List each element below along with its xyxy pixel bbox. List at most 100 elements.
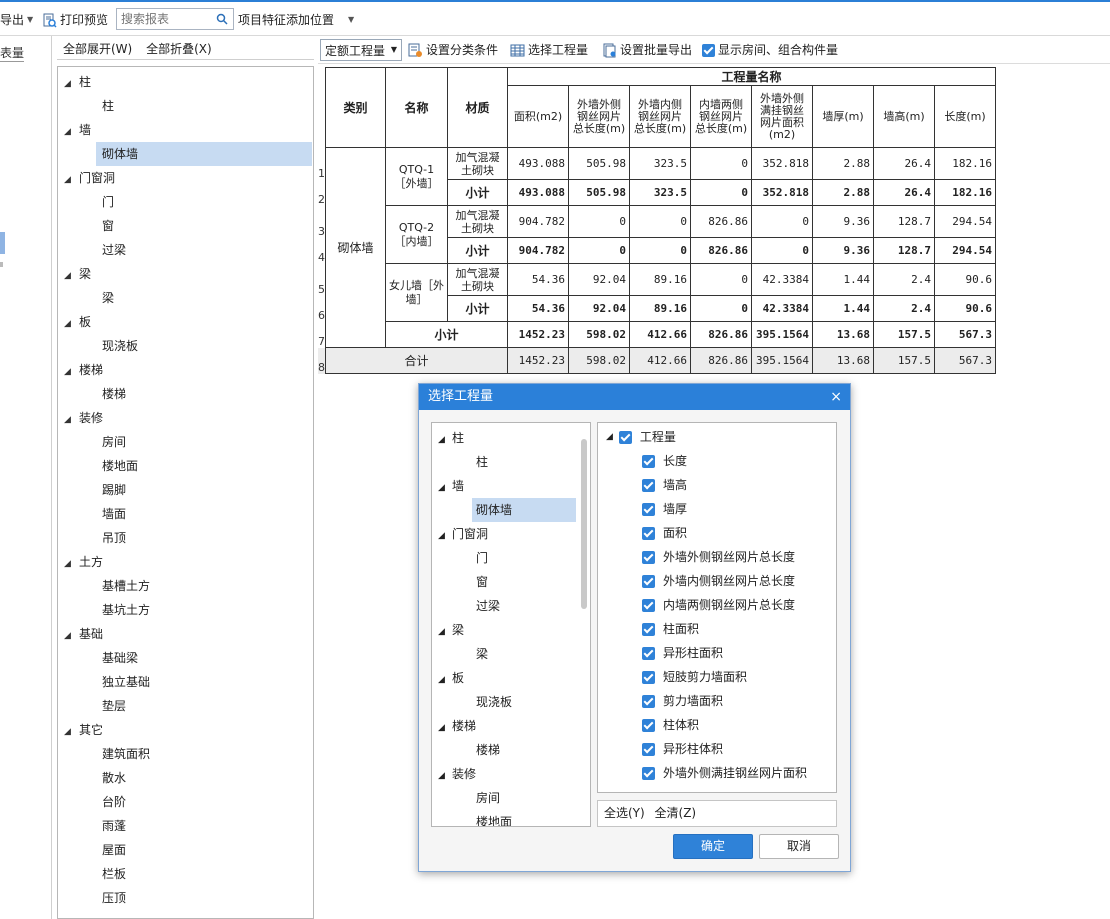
checkbox-checked-icon[interactable] <box>618 430 632 444</box>
table-cell[interactable]: 128.7 <box>873 237 935 264</box>
table-cell[interactable]: 0 <box>690 147 752 180</box>
export-button[interactable]: 导出 ▼ <box>0 10 33 30</box>
checkbox-checked-icon[interactable] <box>642 670 655 684</box>
tree-group[interactable]: ◢ 墙 <box>64 118 91 142</box>
table-cell[interactable]: 182.16 <box>934 179 996 206</box>
quantity-checkbox-item[interactable]: 内墙两侧钢丝网片总长度 <box>642 593 795 617</box>
table-cell[interactable]: 2.88 <box>812 179 874 206</box>
table-cell[interactable]: 89.16 <box>629 295 691 322</box>
table-cell[interactable]: 54.36 <box>507 263 569 296</box>
dialog-tree-item[interactable]: 门 <box>472 546 576 570</box>
material-cell[interactable]: 加气混凝土砌块 <box>447 263 508 296</box>
tree-item[interactable]: 楼梯 <box>96 382 312 406</box>
print-preview-button[interactable]: 打印预览 <box>42 10 108 30</box>
checkbox-checked-icon[interactable] <box>642 526 655 540</box>
table-cell[interactable]: 157.5 <box>873 347 935 374</box>
table-cell[interactable]: 2.4 <box>873 295 935 322</box>
table-cell[interactable]: 9.36 <box>812 237 874 264</box>
select-quantity-button[interactable]: 选择工程量 <box>510 40 588 60</box>
tree-item[interactable]: 门 <box>96 190 312 214</box>
checkbox-checked-icon[interactable] <box>642 694 655 708</box>
tree-group[interactable]: ◢ 土方 <box>64 550 103 574</box>
table-cell[interactable]: 128.7 <box>873 205 935 238</box>
collapse-arrow-icon[interactable]: ◢ <box>438 428 446 452</box>
dialog-tree-group[interactable]: ◢ 装修 <box>438 762 476 786</box>
collapse-arrow-icon[interactable]: ◢ <box>64 264 72 288</box>
collapse-arrow-icon[interactable]: ◢ <box>438 716 446 740</box>
checkbox-checked-icon[interactable] <box>642 622 655 636</box>
table-cell[interactable]: 54.36 <box>507 295 569 322</box>
table-cell[interactable]: 13.68 <box>812 347 874 374</box>
tree-item[interactable]: 屋面 <box>96 838 312 862</box>
collapse-arrow-icon[interactable]: ◢ <box>64 72 72 96</box>
table-cell[interactable]: 0 <box>568 205 630 238</box>
tree-group[interactable]: ◢ 其它 <box>64 718 103 742</box>
show-rooms-checkbox[interactable]: 显示房间、组合构件量 <box>702 40 838 60</box>
table-cell[interactable]: 1.44 <box>812 295 874 322</box>
checkbox-checked-icon[interactable] <box>642 478 655 492</box>
quantity-checkbox-item[interactable]: 柱面积 <box>642 617 699 641</box>
table-cell[interactable]: 42.3384 <box>751 263 813 296</box>
collapse-arrow-icon[interactable]: ◢ <box>64 312 72 336</box>
ok-button[interactable]: 确定 <box>673 834 753 859</box>
quantity-checkbox-item[interactable]: 面积 <box>642 521 687 545</box>
tree-item[interactable]: 垫层 <box>96 694 312 718</box>
tree-item[interactable]: 踢脚 <box>96 478 312 502</box>
close-icon[interactable]: × <box>830 384 842 410</box>
dialog-tree-item[interactable]: 窗 <box>472 570 576 594</box>
quantity-checkbox-item[interactable]: 墙厚 <box>642 497 687 521</box>
tree-item[interactable]: 基坑土方 <box>96 598 312 622</box>
material-cell[interactable]: 加气混凝土砌块 <box>447 205 508 238</box>
tree-group[interactable]: ◢ 基础 <box>64 622 103 646</box>
collapse-arrow-icon[interactable]: ◢ <box>64 720 72 744</box>
table-cell[interactable]: 1.44 <box>812 263 874 296</box>
search-icon[interactable] <box>216 13 228 25</box>
table-cell[interactable]: 904.782 <box>507 237 569 264</box>
table-cell[interactable]: 90.6 <box>934 295 996 322</box>
table-cell[interactable]: 2.4 <box>873 263 935 296</box>
table-cell[interactable]: 0 <box>690 295 752 322</box>
dialog-tree-group[interactable]: ◢ 板 <box>438 666 464 690</box>
tree-item[interactable]: 过梁 <box>96 238 312 262</box>
table-cell[interactable]: 598.02 <box>568 347 630 374</box>
table-cell[interactable]: 0 <box>751 237 813 264</box>
collapse-arrow-icon[interactable]: ◢ <box>64 408 72 432</box>
cancel-button[interactable]: 取消 <box>759 834 839 859</box>
table-cell[interactable]: 826.86 <box>690 205 752 238</box>
table-cell[interactable]: 92.04 <box>568 263 630 296</box>
table-cell[interactable]: 13.68 <box>812 321 874 348</box>
table-cell[interactable]: 352.818 <box>751 147 813 180</box>
table-cell[interactable]: 412.66 <box>629 321 691 348</box>
clear-all-button[interactable]: 全清(Z) <box>655 806 697 820</box>
report-tab-label[interactable]: 表量 <box>0 44 24 62</box>
tree-item[interactable]: 雨蓬 <box>96 814 312 838</box>
batch-export-button[interactable]: 设置批量导出 <box>602 40 692 60</box>
component-name-cell[interactable]: 女儿墙［外墙］ <box>385 263 448 322</box>
table-cell[interactable]: 294.54 <box>934 237 996 264</box>
feature-position-dropdown[interactable]: 项目特征添加位置 ▼ <box>238 10 354 30</box>
tree-item[interactable]: 基础梁 <box>96 646 312 670</box>
dialog-tree-item[interactable]: 梁 <box>472 642 576 666</box>
table-cell[interactable]: 505.98 <box>568 147 630 180</box>
tree-item[interactable]: 楼地面 <box>96 454 312 478</box>
table-cell[interactable]: 9.36 <box>812 205 874 238</box>
table-cell[interactable]: 1452.23 <box>507 321 569 348</box>
collapse-arrow-icon[interactable]: ◢ <box>438 764 446 788</box>
table-cell[interactable]: 26.4 <box>873 179 935 206</box>
quantity-checkbox-item[interactable]: 短肢剪力墙面积 <box>642 665 747 689</box>
table-cell[interactable]: 1452.23 <box>507 347 569 374</box>
tree-item[interactable]: 现浇板 <box>96 334 312 358</box>
tree-item[interactable]: 墙面 <box>96 502 312 526</box>
table-cell[interactable]: 412.66 <box>629 347 691 374</box>
table-cell[interactable]: 0 <box>629 205 691 238</box>
table-cell[interactable]: 2.88 <box>812 147 874 180</box>
expand-all-button[interactable]: 全部展开(W) <box>63 42 132 56</box>
quantity-checkbox-item[interactable]: 柱体积 <box>642 713 699 737</box>
table-cell[interactable]: 323.5 <box>629 179 691 206</box>
quantity-checkbox-item[interactable]: 墙高 <box>642 473 687 497</box>
quantity-checkbox-item[interactable]: 外墙外侧满挂钢丝网片面积 <box>642 761 807 785</box>
table-cell[interactable]: 493.088 <box>507 179 569 206</box>
dialog-tree-group[interactable]: ◢ 墙 <box>438 474 464 498</box>
quantity-checkbox-item[interactable]: 外墙外侧钢丝网片总长度 <box>642 545 795 569</box>
dialog-tree-item[interactable]: 房间 <box>472 786 576 810</box>
